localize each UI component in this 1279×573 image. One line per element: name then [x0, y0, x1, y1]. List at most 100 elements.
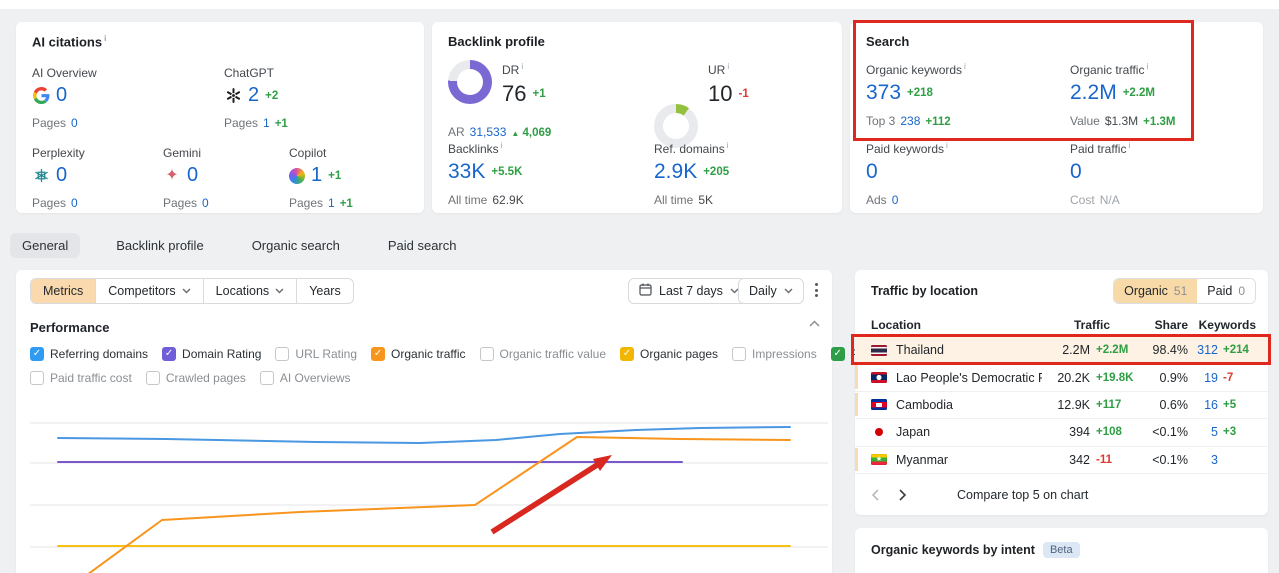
top3-value[interactable]: 238 — [900, 114, 920, 128]
chatgpt-label: ChatGPT — [224, 66, 275, 80]
table-row-laos[interactable]: Lao People's Democratic Reput 20.2K +19.… — [855, 364, 1268, 392]
dr-value: 76 — [502, 81, 527, 106]
japan-flag-icon — [871, 427, 887, 438]
ur-metric: UR 10 -1 — [708, 62, 749, 107]
keywords-value[interactable]: 3 — [1188, 453, 1218, 467]
segment-years[interactable]: Years — [297, 279, 353, 303]
date-range-selector[interactable]: Last 7 days — [628, 278, 750, 304]
info-icon — [519, 63, 523, 77]
location-name: Myanmar — [896, 452, 949, 467]
traffic-delta: +108 — [1096, 426, 1122, 439]
ar-label: AR — [448, 125, 465, 139]
checkbox-organic-traffic-value[interactable]: Organic traffic value — [479, 347, 606, 361]
pages-value[interactable]: 0 — [71, 116, 78, 130]
toggle-organic[interactable]: Organic 51 — [1114, 279, 1198, 303]
traffic-by-location-title: Traffic by location — [871, 284, 978, 298]
next-page-chevron-icon[interactable] — [899, 485, 927, 505]
paid-keywords-value[interactable]: 0 — [866, 160, 878, 184]
gemini-label: Gemini — [163, 146, 202, 160]
alltime-label: All time — [448, 193, 488, 207]
column-share[interactable]: Share — [1110, 318, 1188, 332]
column-traffic[interactable]: Traffic — [1012, 318, 1110, 332]
ads-value[interactable]: 0 — [892, 193, 899, 207]
organic-keywords-value[interactable]: 373 — [866, 81, 901, 105]
checkbox-crawled-pages[interactable]: Crawled pages — [145, 371, 246, 385]
location-table-footer: Compare top 5 on chart — [855, 485, 1268, 505]
info-icon — [499, 142, 503, 156]
refdomains-label: Ref. domains — [654, 142, 725, 156]
pages-label: Pages — [289, 196, 324, 210]
checkbox-url-rating[interactable]: URL Rating — [275, 347, 357, 361]
pages-value[interactable]: 1 — [263, 116, 270, 130]
pages-value[interactable]: 0 — [202, 196, 209, 210]
granularity-selector[interactable]: Daily — [738, 278, 804, 304]
organic-keywords-label: Organic keywords — [866, 63, 963, 77]
keywords-value[interactable]: 19 — [1188, 371, 1218, 385]
segment-locations[interactable]: Locations — [204, 279, 298, 303]
dr-metric: DR 76 +1 — [502, 62, 546, 107]
report-tabs: General Backlink profile Organic search … — [10, 232, 469, 259]
organic-traffic-value[interactable]: 2.2M — [1070, 81, 1117, 105]
traffic-by-location-panel: Traffic by location Organic 51 Paid 0 Loca… — [855, 270, 1268, 515]
cost-value: N/A — [1099, 193, 1120, 207]
organic-traffic-metric: Organic traffic 2.2M +2.2M Value $1.3M +1.3… — [1070, 62, 1175, 128]
perplexity-metric: Perplexity 0 Pages 0 — [32, 146, 85, 210]
checkbox-organic-pages[interactable]: Organic pages — [620, 347, 718, 361]
alltime-label: All time — [654, 193, 694, 207]
copilot-icon — [289, 167, 305, 184]
checkbox-label: Organic pages — [640, 347, 719, 361]
checkbox-referring-domains[interactable]: Referring domains — [30, 347, 148, 361]
gemini-value: 0 — [187, 164, 199, 186]
paid-keywords-metric: Paid keywords 0 Ads 0 — [866, 141, 948, 207]
triangle-up-icon: ▲ — [511, 129, 520, 138]
gemini-icon: ✦ — [165, 166, 179, 184]
traffic-delta: +19.8K — [1096, 371, 1134, 384]
info-icon — [725, 142, 729, 156]
location-name: Lao People's Democratic Reput — [896, 370, 1042, 385]
pages-value[interactable]: 1 — [328, 196, 335, 210]
checkbox-impressions[interactable]: Impressions — [732, 347, 817, 361]
keywords-delta: -7 — [1223, 371, 1234, 384]
performance-chart[interactable] — [16, 395, 832, 573]
segment-metrics[interactable]: Metrics — [31, 279, 97, 303]
collapse-chevron-up-icon[interactable] — [809, 320, 820, 327]
dr-label: DR — [502, 63, 520, 77]
more-options-kebab-icon[interactable] — [808, 281, 824, 301]
table-row-japan[interactable]: Japan 394 +108 <0.1% 5 +3 — [855, 419, 1268, 447]
keywords-value[interactable]: 312 — [1188, 343, 1218, 357]
refdomains-metric: Ref. domains 2.9K +205 All time 5K — [654, 141, 729, 207]
tab-backlink-profile[interactable]: Backlink profile — [104, 233, 215, 258]
compare-top5-link[interactable]: Compare top 5 on chart — [957, 488, 1088, 502]
table-row-myanmar[interactable]: Myanmar 342 -11 <0.1% 3 — [855, 447, 1268, 474]
table-row-cambodia[interactable]: Cambodia 12.9K +117 0.6% 16 +5 — [855, 392, 1268, 420]
tab-organic-search[interactable]: Organic search — [240, 233, 352, 258]
table-row-thailand[interactable]: Thailand 2.2M +2.2M 98.4% 312 +214 — [855, 337, 1268, 365]
checkbox-ai-overviews[interactable]: AI Overviews — [259, 371, 351, 385]
organic-keywords-delta: +218 — [907, 87, 933, 99]
backlink-profile-card: Backlink profile DR 76 +1 AR 31,533 ▲ 4,0… — [432, 22, 842, 213]
tab-general[interactable]: General — [10, 233, 81, 258]
chatgpt-metric: ChatGPT 2 +2 Pages 1 +1 — [224, 66, 288, 130]
ai-overview-value: 0 — [56, 84, 68, 106]
prev-page-chevron-icon[interactable] — [871, 485, 899, 505]
toggle-paid[interactable]: Paid 0 — [1197, 279, 1255, 303]
google-icon — [32, 87, 50, 105]
ar-value[interactable]: 31,533 — [470, 125, 507, 139]
keywords-value[interactable]: 5 — [1188, 425, 1218, 439]
paid-traffic-value[interactable]: 0 — [1070, 160, 1082, 184]
column-location[interactable]: Location — [871, 318, 1012, 332]
checkbox-organic-traffic[interactable]: Organic traffic — [371, 347, 466, 361]
keywords-value[interactable]: 16 — [1188, 398, 1218, 412]
ur-label: UR — [708, 63, 726, 77]
column-keywords[interactable]: Keywords — [1188, 318, 1256, 332]
pages-label: Pages — [163, 196, 198, 210]
pages-value[interactable]: 0 — [71, 196, 78, 210]
refdomains-value[interactable]: 2.9K — [654, 160, 697, 184]
pages-delta: +1 — [339, 198, 353, 210]
tab-paid-search[interactable]: Paid search — [376, 233, 469, 258]
chevron-down-icon — [784, 288, 793, 294]
segment-competitors[interactable]: Competitors — [96, 279, 204, 303]
backlinks-value[interactable]: 33K — [448, 160, 485, 184]
checkbox-domain-rating[interactable]: Domain Rating — [162, 347, 261, 361]
checkbox-paid-traffic-cost[interactable]: Paid traffic cost — [30, 371, 132, 385]
